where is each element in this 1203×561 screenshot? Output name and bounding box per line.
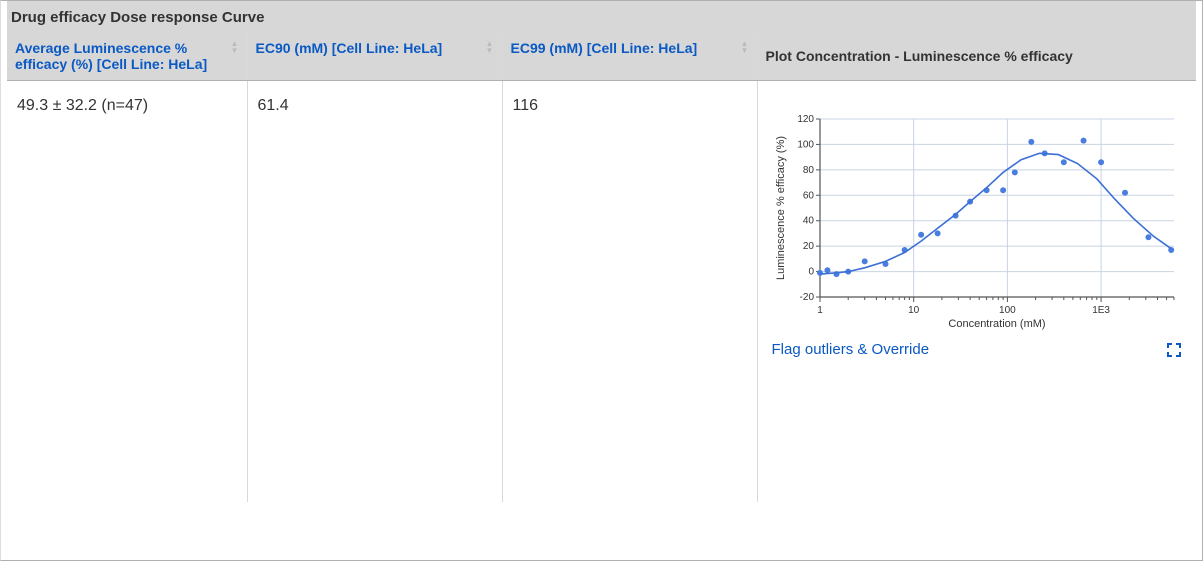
col-header-ec99[interactable]: EC99 (mM) [Cell Line: HeLa] ▲▼ [502,32,757,80]
svg-text:20: 20 [802,241,814,252]
col-header-ec90[interactable]: EC90 (mM) [Cell Line: HeLa] ▲▼ [247,32,502,80]
svg-text:1: 1 [817,305,823,316]
sort-icon[interactable]: ▲▼ [741,40,749,54]
cell-ec99: 116 [502,81,757,502]
drug-efficacy-panel: Drug efficacy Dose response Curve Averag… [0,0,1203,561]
section-title: Drug efficacy Dose response Curve [7,1,1196,32]
svg-text:1E3: 1E3 [1092,305,1110,316]
cell-plot: -200204060801001201101001E3Concentration… [757,81,1196,502]
dose-response-chart: -200204060801001201101001E3Concentration… [772,111,1182,331]
sort-icon[interactable]: ▲▼ [231,40,239,54]
col-header-label: Plot Concentration - Luminescence % effi… [766,48,1073,64]
svg-text:100: 100 [797,139,814,150]
col-header-plot: Plot Concentration - Luminescence % effi… [757,32,1196,80]
col-header-label: EC99 (mM) [Cell Line: HeLa] [511,40,698,56]
svg-text:0: 0 [808,267,814,278]
col-header-avg-efficacy[interactable]: Average Luminescence % efficacy (%) [Cel… [7,32,247,80]
svg-text:10: 10 [908,305,920,316]
col-header-label: EC90 (mM) [Cell Line: HeLa] [256,40,443,56]
sort-icon[interactable]: ▲▼ [486,40,494,54]
flag-outliers-override-link[interactable]: Flag outliers & Override [772,341,930,358]
svg-text:-20: -20 [799,292,814,303]
svg-text:60: 60 [802,190,814,201]
svg-text:Luminescence % efficacy (%): Luminescence % efficacy (%) [775,136,787,280]
svg-text:Concentration (mM): Concentration (mM) [948,318,1045,330]
cell-avg-efficacy: 49.3 ± 32.2 (n=47) [7,81,247,502]
expand-icon[interactable] [1166,342,1182,358]
cell-ec90: 61.4 [247,81,502,502]
svg-text:80: 80 [802,165,814,176]
col-header-label: Average Luminescence % efficacy (%) [Cel… [15,40,207,72]
table-row: 49.3 ± 32.2 (n=47) 61.4 116 -20 0 20 40 60 80… [7,81,1196,502]
svg-text:100: 100 [999,305,1016,316]
svg-text:120: 120 [797,114,814,125]
svg-text:40: 40 [802,216,814,227]
